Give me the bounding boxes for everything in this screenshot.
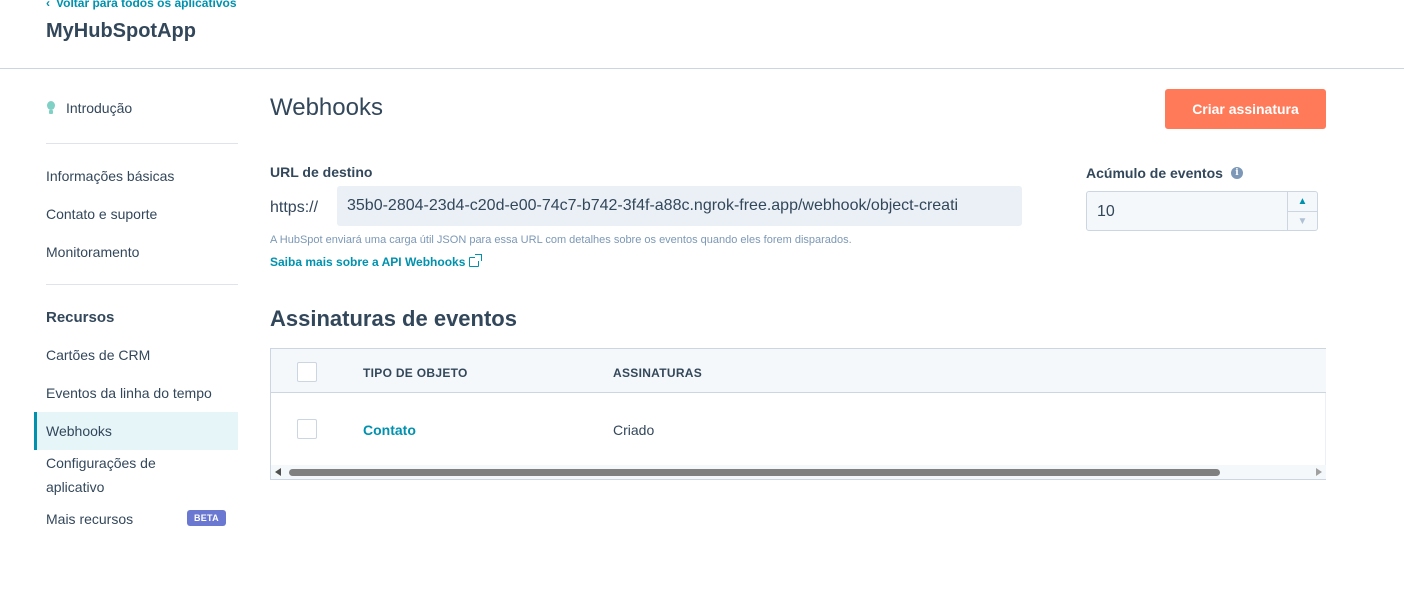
sidebar-item-label: Introdução — [66, 100, 133, 116]
decrement-icon[interactable]: ▼ — [1288, 211, 1317, 230]
scroll-right-icon[interactable] — [1316, 468, 1322, 476]
learn-more-webhooks-link[interactable]: Saiba mais sobre a API Webhooks — [270, 254, 483, 269]
event-subscriptions-title: Assinaturas de eventos — [270, 306, 517, 331]
column-header-subscriptions[interactable]: ASSINATURAS — [613, 366, 702, 380]
url-prefix: https:// — [270, 199, 319, 216]
sidebar-divider — [46, 143, 238, 144]
sidebar-item-webhooks[interactable]: Webhooks — [34, 412, 238, 450]
event-accumulation-input[interactable]: 10 ▲ ▼ — [1086, 191, 1318, 231]
sidebar-item-basic-info[interactable]: Informações básicas — [34, 157, 238, 195]
app-title: MyHubSpotApp — [46, 20, 196, 42]
number-stepper: ▲ ▼ — [1287, 192, 1317, 230]
back-to-apps-link[interactable]: ‹ Voltar para todos os aplicativos — [46, 0, 237, 10]
event-accumulation-value: 10 — [1097, 203, 1115, 220]
learn-more-label: Saiba mais sobre a API Webhooks — [270, 255, 466, 269]
sidebar-item-contact-support[interactable]: Contato e suporte — [34, 195, 238, 233]
sidebar-item-app-settings[interactable]: Configurações de aplicativo — [34, 450, 174, 500]
sidebar-item-label: Mais recursos — [46, 511, 134, 527]
row-checkbox[interactable] — [297, 419, 317, 439]
scroll-left-icon[interactable] — [275, 468, 281, 476]
scrollbar-thumb[interactable] — [289, 469, 1220, 476]
sidebar-divider — [46, 284, 238, 285]
event-accumulation-label: Acúmulo de eventos i — [1086, 165, 1243, 181]
subscription-cell: Criado — [613, 422, 655, 438]
increment-icon[interactable]: ▲ — [1288, 192, 1317, 211]
sidebar-item-crm-cards[interactable]: Cartões de CRM — [34, 336, 238, 374]
chevron-left-icon: ‹ — [46, 0, 50, 10]
target-url-help: A HubSpot enviará uma carga útil JSON pa… — [270, 234, 852, 246]
table-row: Contato Criado — [271, 393, 1326, 465]
target-url-input[interactable]: 35b0-2804-23d4-c20d-e00-74c7-b742-3f4f-a… — [337, 186, 1022, 226]
sidebar: Introdução Informações básicas Contato e… — [34, 86, 238, 538]
sidebar-item-intro[interactable]: Introdução — [34, 86, 238, 130]
table-header: TIPO DE OBJETO ASSINATURAS — [271, 349, 1326, 393]
beta-badge: BETA — [186, 510, 226, 526]
column-header-object-type[interactable]: TIPO DE OBJETO — [363, 366, 468, 380]
sidebar-item-more-features[interactable]: Mais recursos BETA — [34, 500, 238, 538]
create-subscription-button[interactable]: Criar assinatura — [1165, 89, 1326, 129]
target-url-value: 35b0-2804-23d4-c20d-e00-74c7-b742-3f4f-a… — [347, 197, 959, 214]
target-url-label: URL de destino — [270, 164, 373, 180]
lightbulb-icon — [46, 101, 56, 115]
sidebar-item-monitoring[interactable]: Monitoramento — [34, 233, 238, 271]
sidebar-section-resources: Recursos — [46, 308, 115, 326]
back-link-label: Voltar para todos os aplicativos — [56, 0, 237, 10]
sidebar-item-timeline-events[interactable]: Eventos da linha do tempo — [34, 374, 238, 412]
table-edge — [1325, 393, 1326, 465]
object-type-link[interactable]: Contato — [363, 422, 416, 438]
select-all-checkbox[interactable] — [297, 362, 317, 382]
event-accumulation-label-text: Acúmulo de eventos — [1086, 165, 1223, 181]
page-title: Webhooks — [270, 94, 383, 121]
horizontal-scrollbar[interactable] — [271, 465, 1326, 479]
info-icon[interactable]: i — [1230, 167, 1243, 179]
top-header: ‹ Voltar para todos os aplicativos MyHub… — [0, 0, 1404, 69]
external-link-icon — [469, 254, 483, 267]
subscriptions-table: TIPO DE OBJETO ASSINATURAS Contato Criad… — [270, 348, 1326, 480]
